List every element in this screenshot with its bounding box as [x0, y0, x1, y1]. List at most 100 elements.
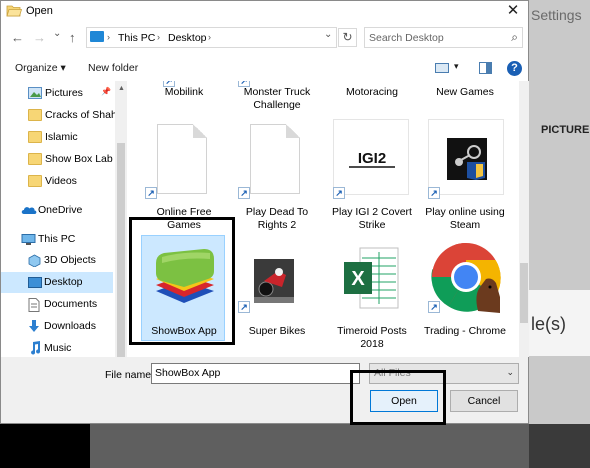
- nav-item-label: Desktop: [44, 276, 83, 288]
- search-input[interactable]: [369, 29, 504, 47]
- scrollbar-thumb[interactable]: [520, 263, 528, 323]
- file-item-super-bikes[interactable]: ↗ Super Bikes: [238, 239, 316, 339]
- close-button[interactable]: ✕: [498, 1, 528, 23]
- chevron-icon[interactable]: ›: [208, 32, 211, 42]
- back-button[interactable]: ←: [11, 30, 24, 45]
- file-item-trading-chrome[interactable]: ↗ Trading - Chrome: [424, 239, 506, 339]
- this-pc-icon: [90, 31, 104, 42]
- chrome-icon: [431, 243, 501, 313]
- nav-item-this-pc[interactable]: This PC: [1, 229, 113, 250]
- background-window: [529, 0, 590, 468]
- scrollbar-thumb[interactable]: [117, 143, 125, 357]
- nav-item-videos[interactable]: Videos: [1, 171, 113, 192]
- 3d-objects-icon: [28, 254, 41, 267]
- nav-item-pictures[interactable]: Pictures 📌: [1, 83, 113, 104]
- document-icon: [157, 124, 207, 194]
- nav-item-label: This PC: [38, 233, 76, 245]
- breadcrumb-desktop[interactable]: Desktop: [168, 32, 207, 44]
- open-icon: [6, 5, 22, 17]
- cancel-button[interactable]: Cancel: [450, 390, 518, 412]
- help-icon[interactable]: ?: [507, 61, 522, 76]
- file-item-motoracing[interactable]: Motoracing: [333, 81, 411, 113]
- recent-locations-button[interactable]: ⌄: [53, 28, 61, 39]
- nav-item-label: Documents: [44, 298, 98, 310]
- steam-icon: [447, 138, 487, 180]
- shortcut-icon: ↗: [333, 187, 345, 199]
- igi-game-icon: IGI2: [333, 119, 409, 195]
- chevron-down-icon: ⌄: [506, 367, 514, 377]
- nav-item-label: Cracks of Shah: [45, 109, 115, 121]
- nav-item-cracks-of-shah[interactable]: Cracks of Shah: [1, 105, 115, 126]
- nav-item-onedrive[interactable]: OneDrive: [1, 200, 113, 221]
- title-bar: Open ✕: [1, 1, 528, 23]
- shortcut-icon: ↗: [145, 187, 157, 199]
- file-name: Play online using Steam: [425, 206, 505, 231]
- forward-button[interactable]: →: [33, 30, 46, 45]
- organize-button[interactable]: Organize ▾: [15, 62, 66, 74]
- folder-icon: [28, 175, 42, 187]
- file-name: Play Dead To Rights 2: [245, 206, 309, 231]
- nav-item-downloads[interactable]: Downloads: [1, 316, 113, 337]
- nav-item-label: Pictures: [45, 87, 83, 99]
- nav-item-label: 3D Objects: [44, 254, 96, 266]
- shortcut-icon: ↗: [238, 187, 250, 199]
- file-item-timeroid-posts-2018[interactable]: X Timeroid Posts 2018: [333, 239, 411, 350]
- cloud-icon: [21, 207, 37, 214]
- close-icon: ✕: [506, 2, 520, 19]
- nav-item-islamic[interactable]: Islamic: [1, 127, 113, 148]
- file-name: Motoracing: [346, 86, 398, 98]
- file-item-new-games[interactable]: New Games: [426, 81, 504, 113]
- up-button[interactable]: ↑: [69, 30, 76, 45]
- file-name: Play IGI 2 Covert Strike: [332, 206, 412, 231]
- excel-letter: X: [351, 268, 365, 290]
- file-name-input[interactable]: ShowBox App: [151, 363, 360, 384]
- new-folder-button[interactable]: New folder: [88, 62, 138, 74]
- file-item-play-online-using-steam[interactable]: ↗ Play online using Steam: [425, 119, 505, 231]
- steam-icon-frame: [428, 119, 504, 195]
- nav-item-label: Islamic: [45, 131, 78, 143]
- preview-pane-icon[interactable]: [479, 62, 492, 74]
- file-item-mobilink[interactable]: ↗ Mobilink: [145, 81, 223, 113]
- nav-item-music[interactable]: Music: [1, 338, 113, 357]
- navigation-scrollbar[interactable]: ▲: [115, 81, 127, 357]
- dialog-title: Open: [26, 5, 53, 17]
- file-list-scrollbar[interactable]: [519, 81, 529, 357]
- file-name-label: File name:: [105, 369, 155, 381]
- nav-item-3d-objects[interactable]: 3D Objects: [1, 250, 113, 271]
- scroll-up-icon[interactable]: ▲: [118, 85, 125, 92]
- chevron-icon[interactable]: ›: [107, 32, 110, 42]
- address-row: ← → ⌄ ↑ › This PC › Desktop › ⌄ ↻ ⌕: [1, 25, 528, 51]
- nav-item-label: OneDrive: [38, 204, 83, 216]
- search-icon: ⌕: [511, 30, 518, 44]
- background-bottom-right: [529, 424, 590, 468]
- nav-item-label: Downloads: [44, 320, 96, 332]
- file-item-monster-truck-challenge[interactable]: ↗ Monster Truck Challenge: [238, 81, 316, 113]
- file-name: New Games: [436, 86, 494, 98]
- nav-item-desktop[interactable]: Desktop: [1, 272, 113, 293]
- view-options-icon[interactable]: [435, 63, 449, 73]
- igi-logo-icon: IGI2: [347, 150, 397, 168]
- address-dropdown-icon[interactable]: ⌄: [324, 29, 332, 40]
- shortcut-icon: ↗: [428, 187, 440, 199]
- nav-item-label: Videos: [45, 175, 77, 187]
- refresh-button[interactable]: ↻: [338, 28, 357, 47]
- nav-item-show-box-lab[interactable]: Show Box Lab: [1, 149, 113, 170]
- nav-item-documents[interactable]: Documents: [1, 294, 113, 315]
- super-bikes-icon: [254, 259, 294, 303]
- breadcrumb-this-pc[interactable]: This PC: [118, 32, 155, 44]
- folder-icon: [28, 153, 42, 165]
- background-settings-text: Settings: [531, 7, 582, 23]
- address-bar[interactable]: › This PC › Desktop › ⌄: [86, 27, 337, 48]
- file-item-play-igi-2-covert-strike[interactable]: IGI2 ↗ Play IGI 2 Covert Strike: [332, 119, 412, 231]
- file-name: Trading - Chrome: [424, 325, 506, 337]
- computer-icon: [21, 234, 36, 245]
- document-icon: [250, 124, 300, 194]
- file-item-online-free-games[interactable]: ↗ Online Free Games: [145, 119, 223, 231]
- folder-icon: [28, 109, 42, 121]
- view-options-chevron-icon[interactable]: ▾: [454, 61, 459, 72]
- file-item-play-dead-to-rights-2[interactable]: ↗ Play Dead To Rights 2: [238, 119, 316, 231]
- refresh-icon: ↻: [342, 30, 353, 44]
- desktop-icon: [28, 277, 42, 288]
- folder-icon: [28, 131, 42, 143]
- chevron-icon[interactable]: ›: [157, 32, 160, 42]
